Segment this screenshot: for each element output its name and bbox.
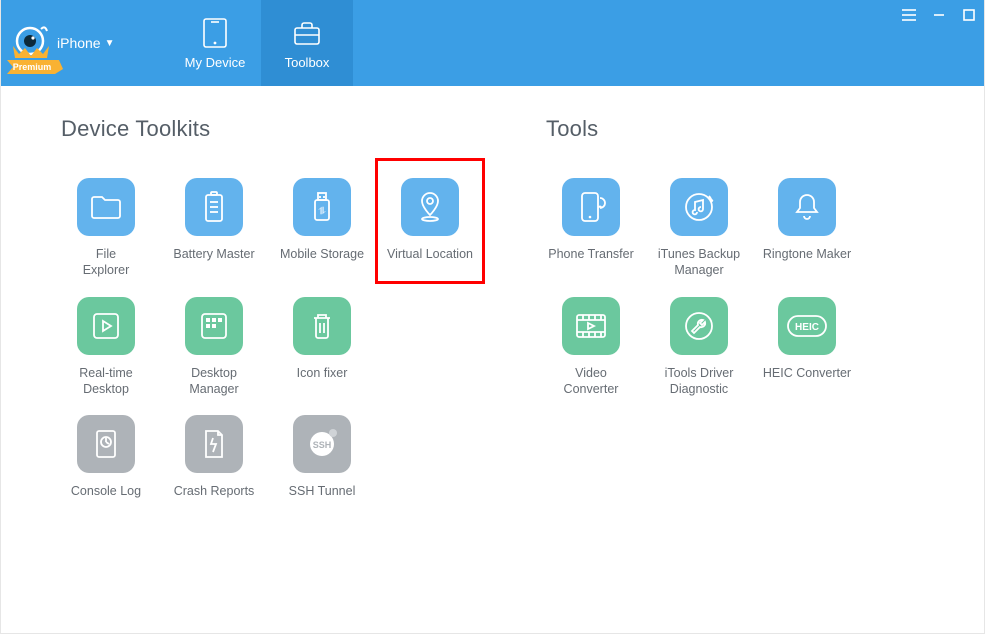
grid-apps-icon [185,297,243,355]
tool-mobile-storage[interactable]: ⥮ Mobile Storage [277,178,367,279]
tool-label: Console Log [71,483,141,515]
tool-realtime-desktop[interactable]: Real-time Desktop [61,297,151,398]
tool-virtual-location[interactable]: Virtual Location [385,178,475,279]
tool-label: Video Converter [564,365,619,398]
tool-desktop-manager[interactable]: Desktop Manager [169,297,259,398]
svg-text:SSH: SSH [313,440,332,450]
tab-toolbox[interactable]: Toolbox [261,0,353,86]
window-controls [894,0,984,34]
device-toolkits-section: Device Toolkits File Explorer [61,116,486,515]
folder-icon [77,178,135,236]
tool-itunes-backup-manager[interactable]: iTunes Backup Manager [654,178,744,279]
tool-label: Real-time Desktop [79,365,133,398]
tool-label: Phone Transfer [548,246,633,278]
tool-label: HEIC Converter [763,365,851,397]
svg-text:⥮: ⥮ [318,206,326,217]
menu-button[interactable] [894,2,924,32]
battery-icon [185,178,243,236]
tool-icon-fixer[interactable]: Icon fixer [277,297,367,398]
app-header: iPhone ▼ Premium My Device [1,0,984,86]
tool-console-log[interactable]: Console Log [61,415,151,515]
hamburger-icon [902,8,916,26]
ssh-icon: SSH [293,415,351,473]
tool-label: Ringtone Maker [763,246,851,278]
svg-text:Premium: Premium [13,62,52,72]
section-title-device-toolkits: Device Toolkits [61,116,486,142]
play-square-icon [77,297,135,355]
tab-label-my-device: My Device [185,55,246,70]
tool-label: Icon fixer [297,365,348,397]
tool-label: iTools Driver Diagnostic [665,365,734,398]
tab-label-toolbox: Toolbox [285,55,330,70]
tools-section: Tools Phone Transfer [546,116,896,515]
tool-label: SSH Tunnel [289,483,356,515]
chevron-down-icon: ▼ [105,38,115,49]
wrench-circle-icon [670,297,728,355]
tool-label: iTunes Backup Manager [658,246,740,279]
heic-icon: HEIC [778,297,836,355]
tool-crash-reports[interactable]: Crash Reports [169,415,259,515]
tools-grid: Phone Transfer iTunes Backup Manager [546,178,896,397]
minimize-button[interactable] [924,2,954,32]
tool-battery-master[interactable]: Battery Master [169,178,259,279]
tool-label: Crash Reports [174,483,255,515]
tool-label: Mobile Storage [280,246,364,278]
section-title-tools: Tools [546,116,896,142]
device-toolkits-grid: File Explorer Battery Master [61,178,486,515]
tool-file-explorer[interactable]: File Explorer [61,178,151,279]
bell-icon [778,178,836,236]
tool-label: File Explorer [83,246,130,279]
usb-drive-icon: ⥮ [293,178,351,236]
tab-my-device[interactable]: My Device [169,0,261,86]
premium-badge: Premium [7,44,67,83]
itunes-backup-icon [670,178,728,236]
phone-transfer-icon [562,178,620,236]
tool-label: Desktop Manager [189,365,238,398]
tool-heic-converter[interactable]: HEIC HEIC Converter [762,297,852,398]
maximize-icon [963,8,975,26]
tool-phone-transfer[interactable]: Phone Transfer [546,178,636,279]
location-pin-icon [401,178,459,236]
tool-label: Virtual Location [387,246,473,278]
main-content: Device Toolkits File Explorer [1,86,984,535]
tool-ringtone-maker[interactable]: Ringtone Maker [762,178,852,279]
trash-icon [293,297,351,355]
svg-text:HEIC: HEIC [795,322,819,333]
video-reel-icon [562,297,620,355]
tool-itools-driver-diagnostic[interactable]: iTools Driver Diagnostic [654,297,744,398]
crash-file-icon [185,415,243,473]
toolbox-icon [291,17,323,49]
nav-tabs: My Device Toolbox [169,0,353,86]
maximize-button[interactable] [954,2,984,32]
minimize-icon [933,8,945,26]
log-file-icon [77,415,135,473]
tool-label: Battery Master [173,246,254,278]
tool-ssh-tunnel[interactable]: SSH SSH Tunnel [277,415,367,515]
tool-video-converter[interactable]: Video Converter [546,297,636,398]
tablet-icon [199,17,231,49]
